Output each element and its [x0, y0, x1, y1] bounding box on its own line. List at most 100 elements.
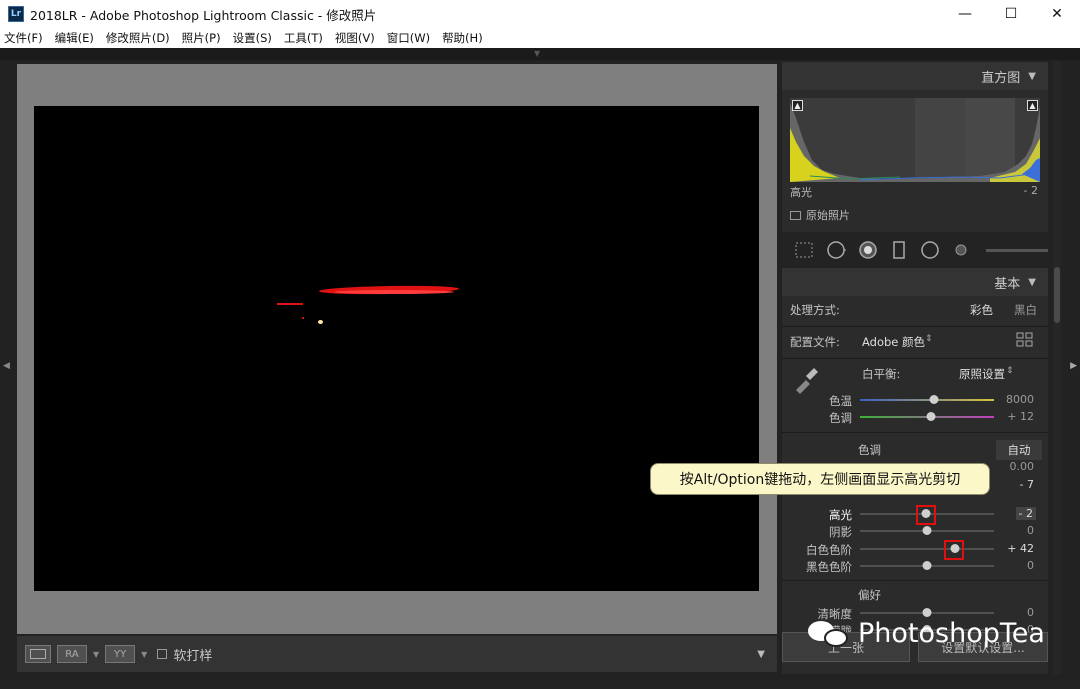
treatment-row: 处理方式: 彩色 黑白 — [782, 300, 1048, 322]
highlights-label: 高光 — [829, 508, 852, 522]
toolbar-menu-icon[interactable]: ▼ — [757, 649, 765, 660]
blacks-label: 黑色色阶 — [806, 560, 852, 574]
minimize-button[interactable]: — — [942, 0, 988, 28]
tint-slider-track[interactable] — [860, 412, 994, 421]
menu-develop[interactable]: 修改照片(D) — [106, 30, 170, 46]
right-panel: 直方图 ▼ ▲ ▲ 高光 - 2 原始照片 基本 ▼ 处理方式: 彩色 黑白 配… — [782, 62, 1048, 674]
treatment-color-option[interactable]: 彩色 — [970, 302, 993, 318]
histogram-header[interactable]: 直方图 ▼ — [782, 62, 1048, 90]
spot-removal-icon[interactable] — [826, 240, 846, 260]
image-canvas[interactable] — [17, 64, 777, 634]
highlight-clipping-dot — [302, 317, 304, 319]
divider — [782, 358, 1048, 359]
temp-value[interactable]: 8000 — [1006, 393, 1034, 406]
menu-edit[interactable]: 编辑(E) — [55, 30, 94, 46]
right-panel-scrollbar[interactable] — [1053, 62, 1061, 674]
wechat-icon — [808, 619, 850, 649]
red-eye-icon[interactable] — [858, 240, 878, 260]
blacks-slider-knob[interactable] — [922, 561, 932, 570]
treatment-label: 处理方式: — [790, 303, 840, 317]
exposure-value[interactable]: 0.00 — [1010, 460, 1035, 473]
divider — [782, 326, 1048, 327]
left-panel-arrow-icon[interactable]: ◀ — [3, 361, 10, 371]
menu-photo[interactable]: 照片(P) — [182, 30, 221, 46]
original-photo-toggle[interactable]: 原始照片 — [790, 207, 850, 223]
highlight-clipping-fragment — [277, 303, 303, 305]
treatment-bw-option[interactable]: 黑白 — [1014, 302, 1037, 318]
temp-slider-knob[interactable] — [929, 395, 939, 404]
alt-drag-tooltip: 按Alt/Option键拖动，左侧画面显示高光剪切 — [650, 463, 990, 495]
window-controls: — ☐ ✕ — [942, 0, 1080, 28]
right-panel-arrow-icon[interactable]: ▶ — [1070, 361, 1077, 371]
menu-tools[interactable]: 工具(T) — [284, 30, 323, 46]
maximize-button[interactable]: ☐ — [988, 0, 1034, 28]
profile-dropdown-arrow-icon[interactable]: ⇕ — [925, 334, 933, 344]
graduated-filter-icon[interactable] — [890, 240, 908, 260]
soft-proof-checkbox[interactable] — [157, 649, 168, 659]
clarity-slider-knob[interactable] — [922, 608, 932, 617]
photo-preview[interactable] — [34, 106, 759, 591]
menu-help[interactable]: 帮助(H) — [442, 30, 483, 46]
presence-label: 偏好 — [858, 588, 881, 602]
window-title: 2018LR - Adobe Photoshop Lightroom Class… — [30, 7, 377, 23]
tone-row: 色调 自动 — [782, 440, 1048, 460]
lightroom-icon: Lr — [8, 6, 24, 22]
blacks-slider-track[interactable] — [860, 561, 994, 570]
divider — [782, 580, 1048, 581]
menu-file[interactable]: 文件(F) — [4, 30, 43, 46]
blacks-slider-row: 黑色色阶 0 — [782, 558, 1048, 575]
ra-dropdown-icon[interactable]: ▼ — [93, 650, 99, 659]
basic-header[interactable]: 基本 ▼ — [782, 268, 1048, 296]
close-button[interactable]: ✕ — [1034, 0, 1080, 28]
profile-browser-icon[interactable] — [1016, 332, 1034, 351]
contrast-value[interactable]: - 7 — [1020, 478, 1034, 491]
shadows-value[interactable]: 0 — [1027, 524, 1034, 537]
histogram-curve — [790, 98, 1040, 182]
top-panel-toggle[interactable]: ▼ — [0, 48, 1080, 60]
before-after-yy-button[interactable]: YY — [105, 645, 136, 663]
shadow-clipping-toggle-icon[interactable]: ▲ — [792, 100, 803, 111]
histogram-graph[interactable]: ▲ ▲ — [790, 98, 1040, 182]
menu-view[interactable]: 视图(V) — [335, 30, 375, 46]
auto-tone-button[interactable]: 自动 — [996, 440, 1042, 460]
menu-window[interactable]: 窗口(W) — [387, 30, 430, 46]
wb-dropdown-arrow-icon[interactable]: ⇕ — [1006, 366, 1014, 376]
adjustment-brush-icon[interactable] — [952, 240, 970, 260]
right-panel-scroll-thumb[interactable] — [1054, 267, 1060, 323]
soft-proof-label: 软打样 — [173, 648, 213, 664]
loupe-view-button[interactable] — [25, 645, 51, 663]
whites-slider-track[interactable] — [860, 544, 994, 553]
clarity-slider-track[interactable] — [860, 608, 994, 617]
highlight-bright-spot — [318, 320, 323, 324]
tint-slider-knob[interactable] — [926, 412, 936, 421]
menu-settings[interactable]: 设置(S) — [233, 30, 272, 46]
whites-value[interactable]: + 42 — [1007, 542, 1034, 555]
highlights-value[interactable]: - 2 — [1015, 507, 1036, 520]
tint-slider-row: 色调 + 12 — [782, 409, 1048, 426]
bottom-toolbar: RA ▼ YY ▼ 软打样 ▼ — [17, 636, 777, 672]
crop-tool-icon[interactable] — [794, 240, 814, 260]
white-balance-row: 白平衡: 原照设置 ⇕ — [782, 362, 1048, 396]
original-photo-label: 原始照片 — [806, 209, 850, 222]
watermark-text: PhotoshopTea — [858, 618, 1045, 649]
tint-value[interactable]: + 12 — [1007, 410, 1034, 423]
yy-dropdown-icon[interactable]: ▼ — [141, 650, 147, 659]
profile-dropdown[interactable]: Adobe 颜色 — [862, 334, 925, 350]
histogram-info-label: 高光 — [790, 186, 812, 199]
white-balance-dropdown[interactable]: 原照设置 — [959, 366, 1005, 382]
blacks-value[interactable]: 0 — [1027, 559, 1034, 572]
loupe-view-icon — [30, 649, 46, 659]
collapse-basic-icon[interactable]: ▼ — [1028, 277, 1036, 288]
temp-slider-track[interactable] — [860, 395, 994, 404]
original-photo-checkbox[interactable] — [790, 210, 801, 220]
highlight-clipping-toggle-icon[interactable]: ▲ — [1027, 100, 1038, 111]
collapse-histogram-icon[interactable]: ▼ — [1028, 71, 1036, 82]
brush-size-slider[interactable] — [985, 248, 1048, 252]
shadows-slider-track[interactable] — [860, 526, 994, 535]
top-panel-arrow-icon: ▼ — [534, 49, 541, 58]
radial-filter-icon[interactable] — [920, 240, 940, 260]
shadows-slider-knob[interactable] — [922, 526, 932, 535]
menu-bar: 文件(F) 编辑(E) 修改照片(D) 照片(P) 设置(S) 工具(T) 视图… — [0, 28, 1080, 48]
highlight-clipping-mask-inner — [334, 290, 454, 294]
before-after-ra-button[interactable]: RA — [57, 645, 87, 663]
